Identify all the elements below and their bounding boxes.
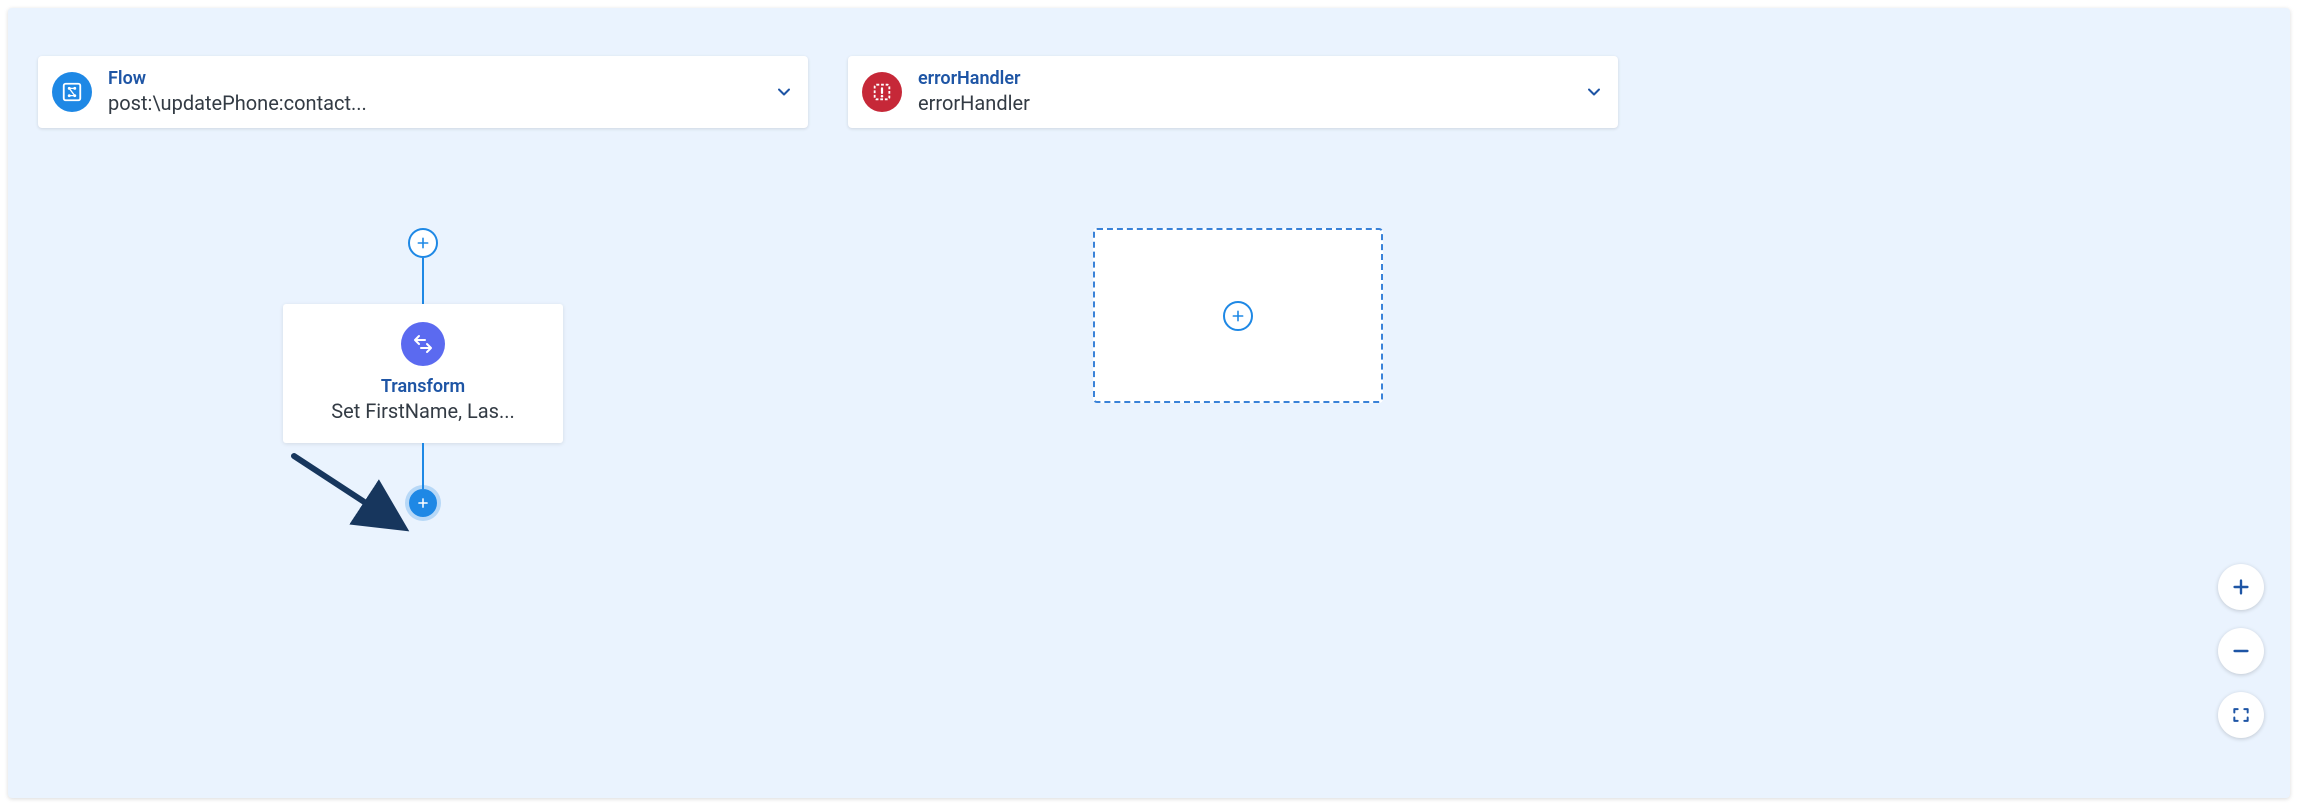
error-handler-header-text: errorHandler errorHandler — [918, 68, 1576, 116]
connector-line — [422, 443, 424, 489]
fit-view-button[interactable] — [2218, 692, 2264, 738]
add-node-bottom-button[interactable] — [409, 489, 437, 517]
transform-node-card[interactable]: Transform Set FirstName, Las... — [283, 304, 563, 443]
chevron-down-icon[interactable] — [774, 82, 794, 102]
error-handler-header-label: errorHandler — [918, 68, 1576, 91]
flow-canvas: Flow post:\updatePhone:contact... errorH… — [8, 8, 2290, 798]
error-handler-header-card[interactable]: errorHandler errorHandler — [848, 56, 1618, 128]
zoom-in-button[interactable] — [2218, 564, 2264, 610]
connector-line — [422, 258, 424, 304]
zoom-out-button[interactable] — [2218, 628, 2264, 674]
flow-header-card[interactable]: Flow post:\updatePhone:contact... — [38, 56, 808, 128]
error-handler-drop-zone[interactable] — [1093, 228, 1383, 403]
error-handler-icon — [862, 72, 902, 112]
transform-node-label: Transform — [381, 376, 465, 397]
transform-icon — [401, 322, 445, 366]
flow-column: Transform Set FirstName, Las... — [233, 228, 613, 517]
add-node-top-button[interactable] — [408, 228, 438, 258]
flow-header-subtitle: post:\updatePhone:contact... — [108, 91, 766, 116]
flow-icon — [52, 72, 92, 112]
zoom-controls — [2218, 564, 2264, 738]
flow-header-text: Flow post:\updatePhone:contact... — [108, 68, 766, 116]
error-handler-header-subtitle: errorHandler — [918, 91, 1576, 116]
add-error-node-button[interactable] — [1223, 301, 1253, 331]
chevron-down-icon[interactable] — [1584, 82, 1604, 102]
transform-node-subtitle: Set FirstName, Las... — [331, 399, 515, 423]
flow-header-label: Flow — [108, 68, 766, 91]
